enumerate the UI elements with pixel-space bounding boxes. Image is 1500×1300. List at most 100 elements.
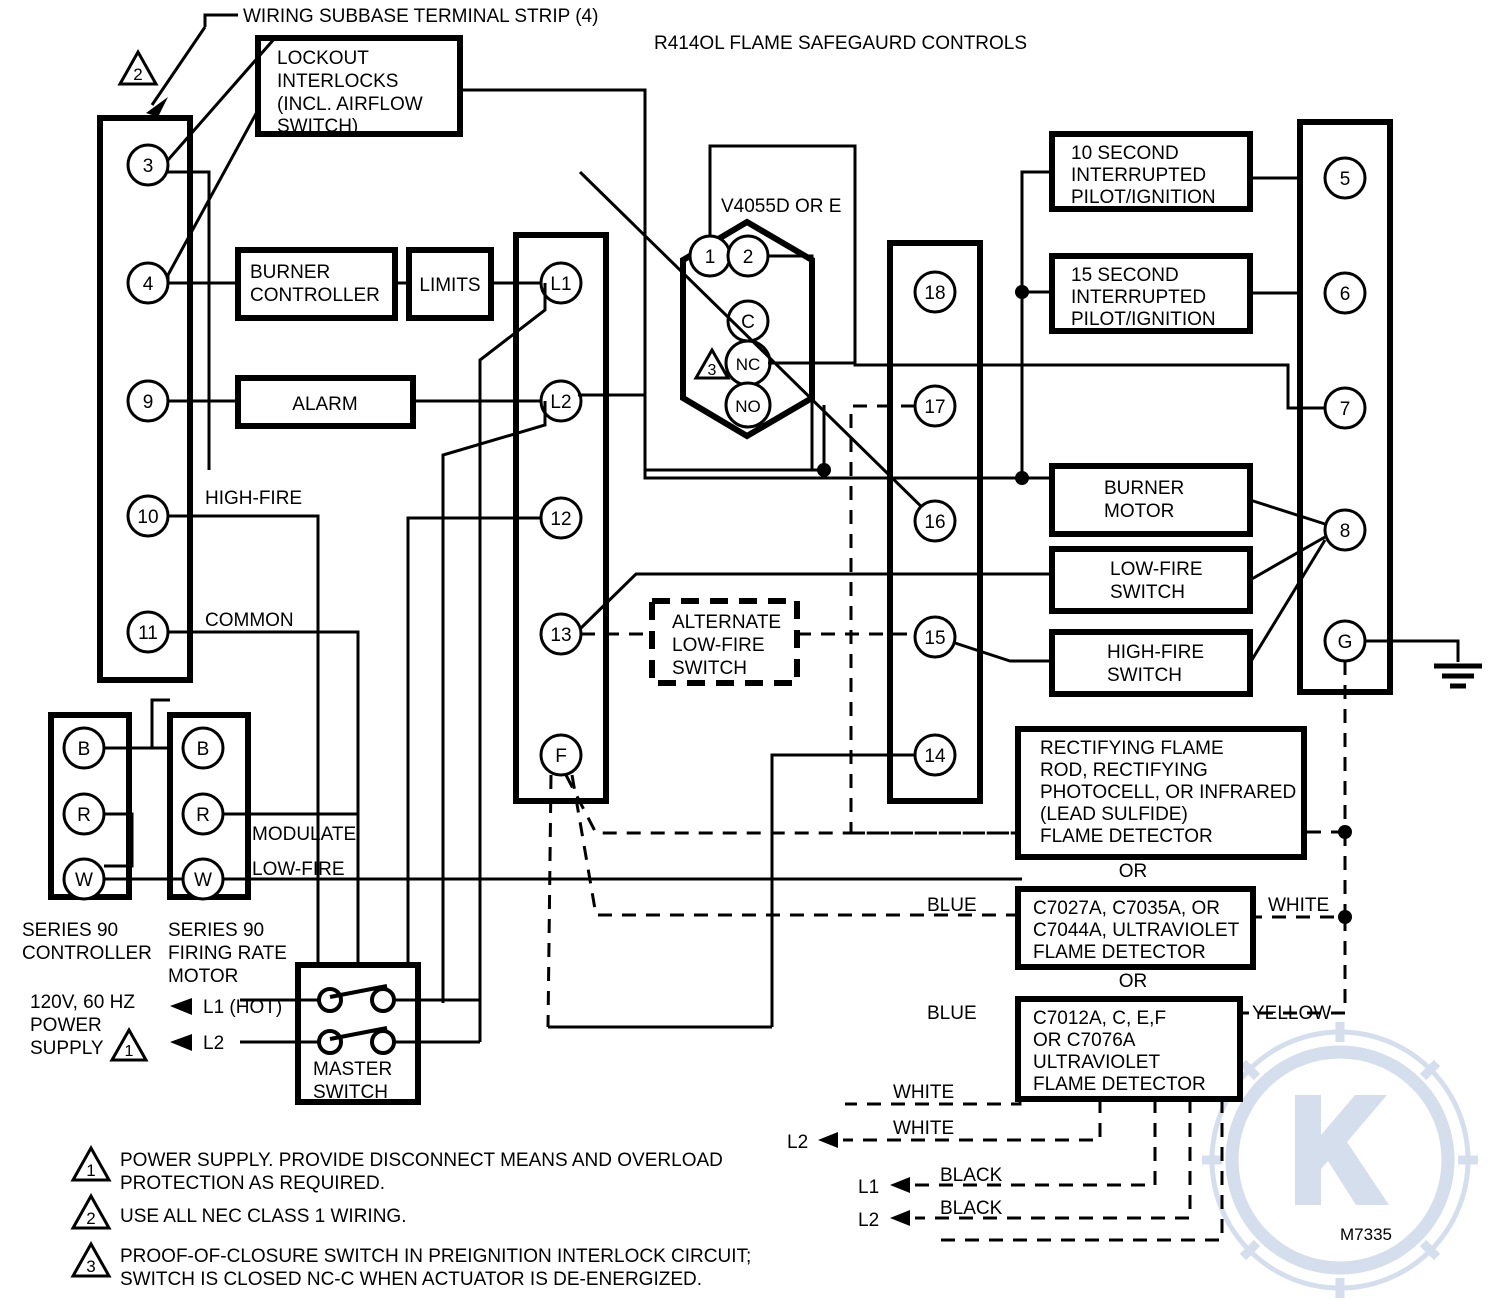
series90-controller-line2: CONTROLLER: [22, 943, 152, 964]
drawing-number: M7335: [1340, 1225, 1392, 1244]
terminal-5-label: 5: [1340, 169, 1351, 190]
master-switch-line2: SWITCH: [313, 1082, 388, 1103]
low-fire-switch-line2: SWITCH: [1110, 582, 1185, 603]
valve-terminal-NC[interactable]: NC: [724, 339, 772, 387]
valve-terminal-1[interactable]: 1: [688, 234, 732, 278]
terminal-14[interactable]: 14: [913, 733, 957, 777]
burner-controller-line2: CONTROLLER: [250, 285, 380, 306]
rectifying-line2: ROD, RECTIFYING: [1040, 760, 1208, 781]
terminal-10[interactable]: 10: [126, 494, 170, 538]
terminal-13[interactable]: 13: [539, 612, 583, 656]
note-3: 3 PROOF-OF-CLOSURE SWITCH IN PREIGNITION…: [70, 1240, 751, 1290]
l1-label-b: L1: [858, 1177, 879, 1198]
terminal-L1[interactable]: L1: [539, 261, 583, 305]
low-fire-switch-line1: LOW-FIRE: [1110, 559, 1203, 580]
series90-motor-line2: FIRING RATE: [168, 943, 287, 964]
s90m-terminal-B-label: B: [197, 739, 210, 760]
rectifying-line3: PHOTOCELL, OR INFRARED: [1040, 782, 1296, 803]
terminal-11[interactable]: 11: [126, 610, 170, 654]
blue-label-1: BLUE: [927, 895, 977, 916]
terminal-15-label: 15: [924, 628, 945, 649]
terminal-12-label: 12: [550, 509, 571, 530]
terminal-G[interactable]: G: [1323, 619, 1367, 663]
note-3-number: 3: [86, 1257, 95, 1276]
note-marker-1-power: 1: [109, 1026, 149, 1062]
white-label-a: WHITE: [893, 1082, 954, 1103]
burner-motor-line2: MOTOR: [1104, 501, 1174, 522]
power-supply-line2: POWER: [30, 1015, 102, 1036]
terminal-17[interactable]: 17: [913, 384, 957, 428]
terminal-5[interactable]: 5: [1323, 156, 1367, 200]
power-supply-line3: SUPPLY: [30, 1038, 104, 1059]
s90m-terminal-W[interactable]: W: [181, 857, 225, 901]
alarm-label: ALARM: [292, 394, 357, 415]
s90m-terminal-B[interactable]: B: [181, 726, 225, 770]
s90c-terminal-B-label: B: [78, 739, 91, 760]
ten-second-line1: 10 SECOND: [1071, 143, 1179, 164]
alternate-low-fire-line3: SWITCH: [672, 658, 747, 679]
note-3-line2: SWITCH IS CLOSED NC-C WHEN ACTUATOR IS D…: [120, 1269, 702, 1290]
l2-left-label: L2: [203, 1033, 224, 1054]
note-2-number: 2: [86, 1209, 95, 1228]
terminal-7[interactable]: 7: [1323, 386, 1367, 430]
arrow-l1-hot: [170, 998, 192, 1015]
uv1-line3: FLAME DETECTOR: [1033, 942, 1206, 963]
valve-terminal-NO[interactable]: NO: [724, 381, 772, 429]
note-1-number: 1: [86, 1161, 95, 1180]
ten-second-line2: INTERRUPTED: [1071, 165, 1206, 186]
terminal-4[interactable]: 4: [126, 261, 170, 305]
black-label-a: BLACK: [940, 1165, 1003, 1186]
l2-label-a: L2: [787, 1132, 808, 1153]
limits-label: LIMITS: [419, 275, 480, 296]
white-label-right: WHITE: [1268, 895, 1329, 916]
series90-motor-line3: MOTOR: [168, 966, 238, 987]
s90c-terminal-R[interactable]: R: [62, 792, 106, 836]
uv1-line2: C7044A, ULTRAVIOLET: [1033, 920, 1240, 941]
valve-terminal-C-label: C: [741, 312, 755, 333]
terminal-3[interactable]: 3: [126, 143, 170, 187]
note-marker-2: 2: [117, 48, 159, 86]
high-fire-switch-line2: SWITCH: [1107, 665, 1182, 686]
terminal-7-label: 7: [1340, 399, 1351, 420]
lockout-interlocks-line3: (INCL. AIRFLOW: [277, 94, 423, 115]
modulate-label: MODULATE: [252, 824, 356, 845]
valve-terminal-NC-label: NC: [736, 355, 761, 374]
high-fire-switch-line1: HIGH-FIRE: [1107, 642, 1204, 663]
uv2-line3: ULTRAVIOLET: [1033, 1052, 1160, 1073]
terminal-15[interactable]: 15: [913, 615, 957, 659]
s90c-terminal-B[interactable]: B: [62, 726, 106, 770]
valve-terminal-2[interactable]: 2: [726, 234, 770, 278]
note-1-line1: POWER SUPPLY. PROVIDE DISCONNECT MEANS A…: [120, 1150, 723, 1171]
terminal-L2[interactable]: L2: [539, 379, 583, 423]
common-label: COMMON: [205, 610, 294, 631]
s90m-terminal-R[interactable]: R: [181, 792, 225, 836]
rectifying-line5: FLAME DETECTOR: [1040, 826, 1213, 847]
terminal-6[interactable]: 6: [1323, 271, 1367, 315]
note-2-line1: USE ALL NEC CLASS 1 WIRING.: [120, 1206, 407, 1227]
burner-controller-line1: BURNER: [250, 262, 330, 283]
valve-terminal-1-label: 1: [705, 247, 716, 268]
yellow-label-right: YELLOW: [1252, 1003, 1331, 1024]
burner-motor-box: [1049, 463, 1253, 537]
terminal-8[interactable]: 8: [1323, 508, 1367, 552]
terminal-18-label: 18: [924, 283, 945, 304]
s90c-terminal-W-label: W: [75, 870, 93, 891]
or-label-2: OR: [1119, 971, 1148, 992]
terminal-F-label: F: [555, 746, 567, 767]
terminal-11-label: 11: [138, 623, 158, 644]
terminal-18[interactable]: 18: [913, 270, 957, 314]
series90-motor-line1: SERIES 90: [168, 920, 264, 941]
s90c-terminal-W[interactable]: W: [62, 857, 106, 901]
valve-terminal-NO-label: NO: [735, 397, 761, 416]
terminal-16[interactable]: 16: [913, 499, 957, 543]
note-marker-3-valve-label: 3: [708, 362, 717, 379]
fifteen-second-line1: 15 SECOND: [1071, 265, 1179, 286]
note-1-line2: PROTECTION AS REQUIRED.: [120, 1173, 385, 1194]
note-marker-1-power-label: 1: [125, 1043, 134, 1060]
arrow-l2-left: [170, 1034, 192, 1051]
terminal-F[interactable]: F: [539, 733, 583, 777]
terminal-4-label: 4: [143, 274, 154, 295]
terminal-9[interactable]: 9: [126, 379, 170, 423]
terminal-G-label: G: [1338, 632, 1353, 653]
terminal-12[interactable]: 12: [539, 496, 583, 540]
